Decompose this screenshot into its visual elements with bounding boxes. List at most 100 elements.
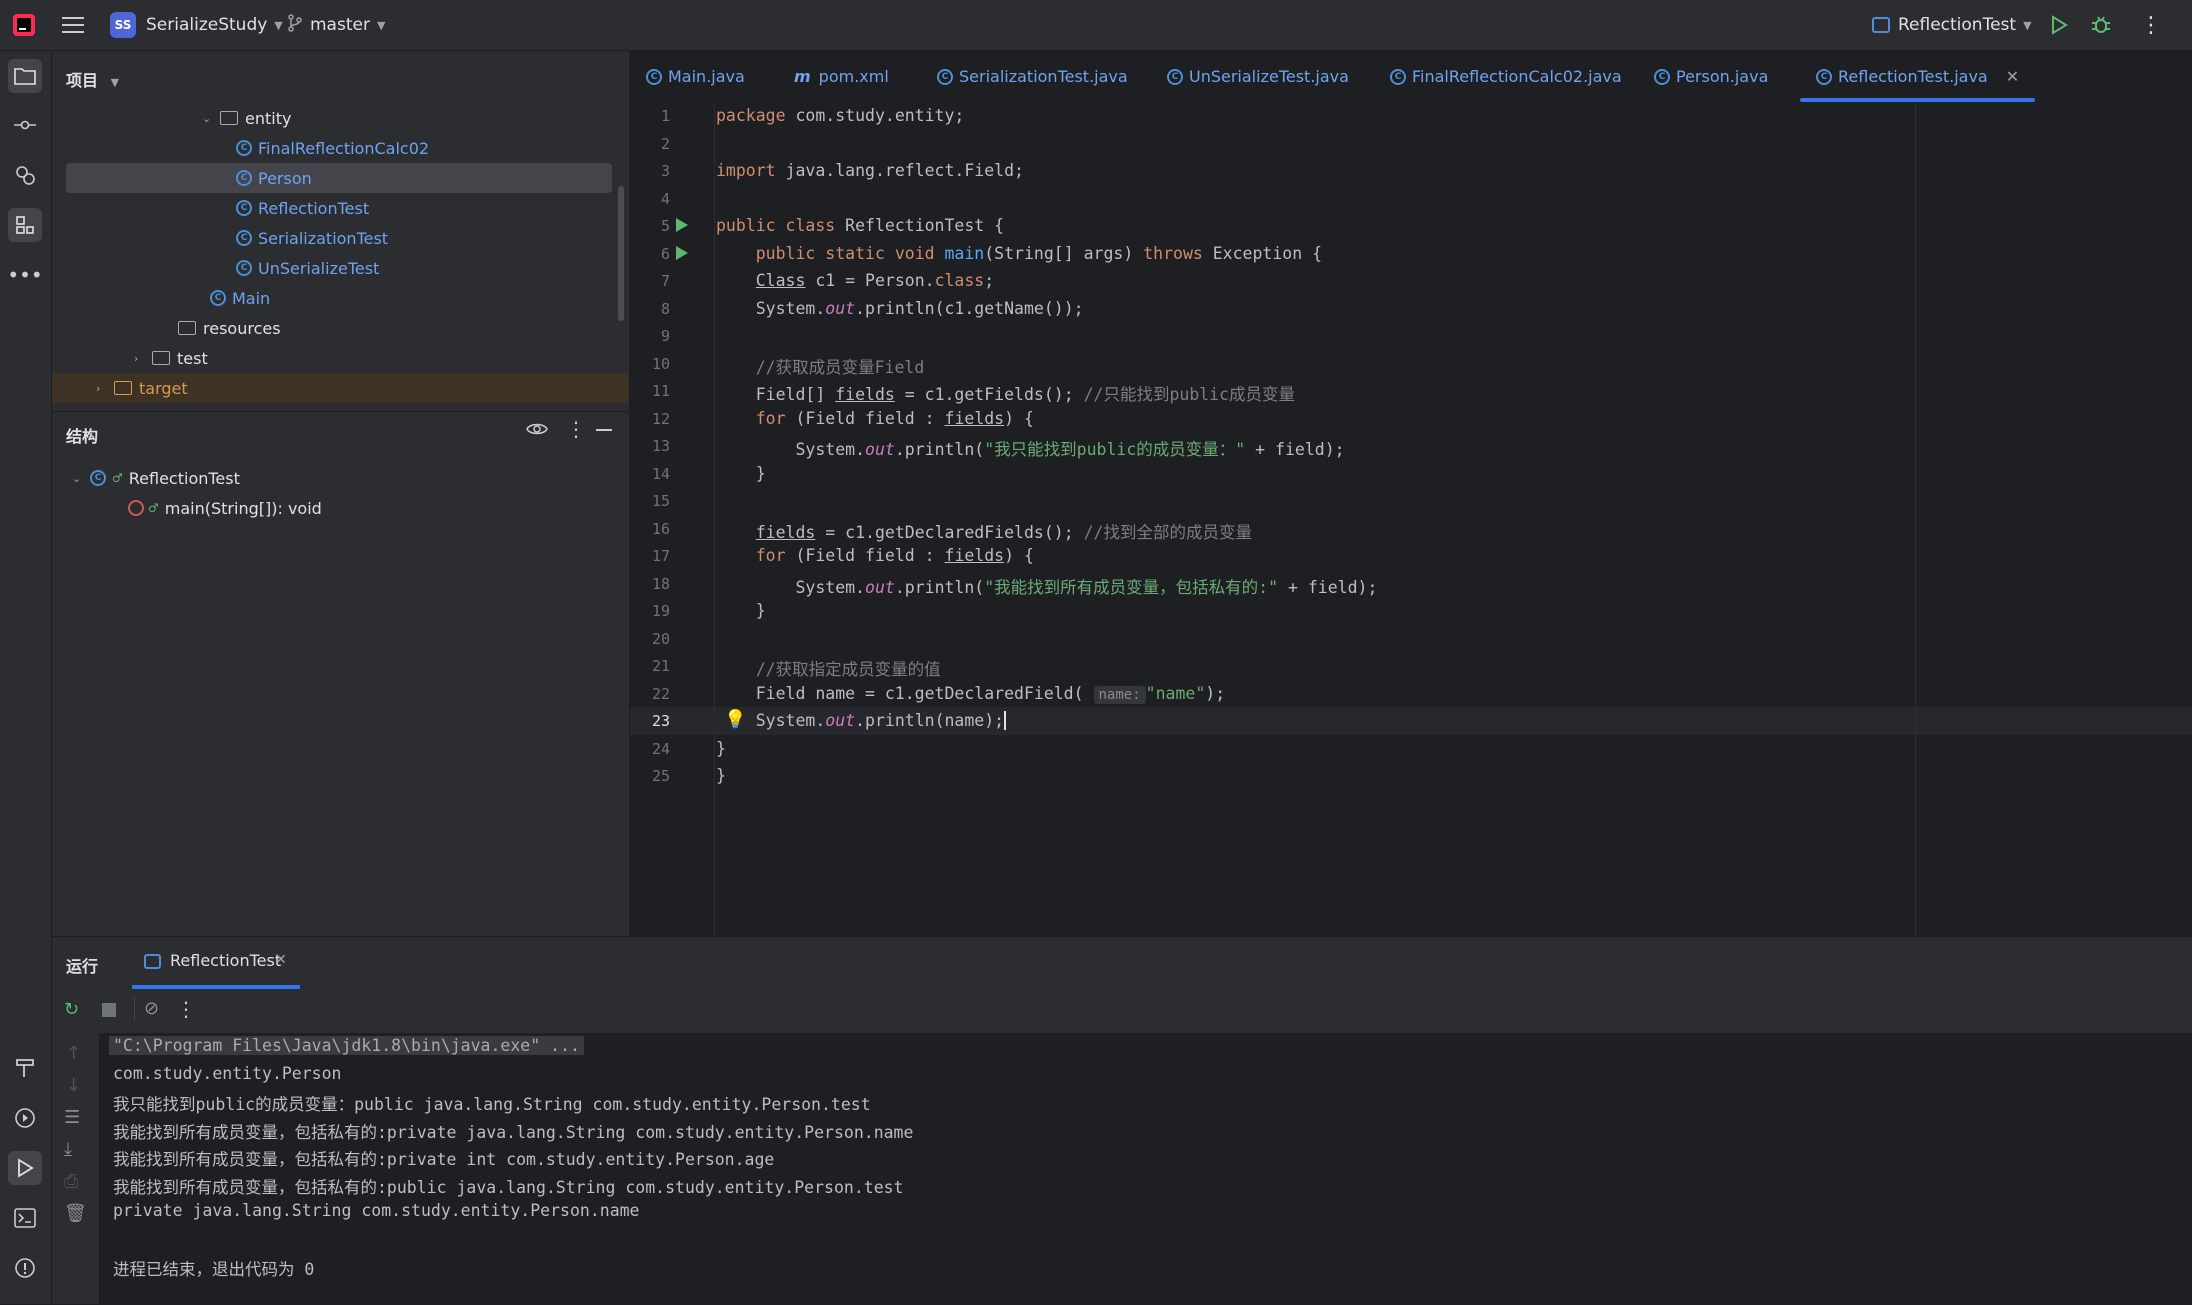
project-name: SerializeStudy (146, 15, 268, 35)
tree-scrollbar[interactable] (618, 186, 624, 321)
commit-tool-icon[interactable] (8, 108, 42, 142)
line-number: 11 (651, 382, 670, 400)
show-options-eye-icon[interactable] (526, 421, 548, 441)
tab-unserializetest-java[interactable]: C UnSerializeTest.java (1167, 51, 1349, 102)
tree-item-reflectiontest[interactable]: C ReflectionTest (66, 193, 626, 223)
tab-label: FinalReflectionCalc02.java (1412, 67, 1622, 86)
project-panel-title: 项目 (66, 71, 99, 90)
services-tool-icon[interactable] (8, 1101, 42, 1135)
right-margin-guide (1915, 102, 1916, 936)
run-tab[interactable]: ReflectionTest ✕ (132, 949, 300, 989)
arrow-up-icon[interactable]: ↑ (66, 1043, 81, 1064)
code-line: } (716, 766, 726, 785)
tab-pom-xml[interactable]: m pom.xml (794, 51, 889, 102)
tree-item-label: SerializationTest (258, 228, 389, 248)
tree-item-label: target (139, 378, 188, 398)
tab-serializationtest-java[interactable]: C SerializationTest.java (937, 51, 1128, 102)
project-tool-icon[interactable] (8, 59, 42, 93)
tab-main-java[interactable]: C Main.java (646, 51, 745, 102)
tree-item-main[interactable]: C Main (66, 283, 626, 313)
console-line-command: "C:\Program Files\Java\jdk1.8\bin\java.e… (109, 1036, 584, 1055)
panel-divider (52, 411, 629, 412)
editor-tabs: C Main.java m pom.xml C SerializationTest.j… (630, 51, 2192, 103)
structure-root-label: ReflectionTest (128, 468, 240, 488)
code-line: for (Field field : fields) { (755, 546, 1034, 565)
code-line: package com.study.entity; (716, 106, 965, 125)
close-icon[interactable]: ✕ (2006, 67, 2019, 86)
tree-item-resources[interactable]: resources (66, 313, 626, 343)
tree-item-label: UnSerializeTest (258, 258, 380, 278)
tab-person-java[interactable]: C Person.java (1654, 51, 1768, 102)
class-icon: C (236, 200, 252, 216)
run-tool-icon[interactable] (8, 1151, 42, 1185)
scroll-to-end-icon[interactable]: ⤓ (64, 1139, 72, 1160)
tree-item-unserializetest[interactable]: C UnSerializeTest (66, 253, 626, 283)
trash-icon[interactable]: 🗑 (64, 1203, 87, 1224)
soft-wrap-icon[interactable]: ☰ (64, 1107, 80, 1128)
chevron-right-icon: › (96, 381, 101, 395)
tree-item-test[interactable]: › test (66, 343, 626, 373)
class-icon: C (90, 470, 106, 486)
tree-item-entity[interactable]: ⌄ entity (66, 103, 626, 133)
line-number: 13 (651, 437, 670, 455)
chevron-down-icon: ▼ (274, 18, 283, 32)
minimize-icon[interactable] (596, 429, 612, 431)
ai-assistant-icon[interactable] (8, 158, 42, 192)
tree-item-person[interactable]: C Person (66, 163, 612, 193)
structure-panel-title: 结构 (66, 427, 99, 446)
tab-label: ReflectionTest.java (1838, 67, 1988, 86)
structure-member[interactable]: ♂ main(String[]): void (66, 493, 626, 523)
tab-reflectiontest-java[interactable]: C ReflectionTest.java ✕ (1799, 51, 2036, 102)
rerun-icon[interactable]: ↻ (64, 999, 79, 1020)
structure-tool-icon[interactable] (8, 208, 42, 242)
line-number: 2 (660, 134, 670, 153)
param-hint: name: (1093, 685, 1146, 704)
run-gutter-icon[interactable] (676, 218, 688, 232)
class-icon: C (1390, 68, 1406, 85)
tree-item-serializationtest[interactable]: C SerializationTest (66, 223, 626, 253)
folder-icon (152, 351, 170, 365)
branch-name: master (310, 15, 370, 35)
tree-item-finalreflectioncalc02[interactable]: C FinalReflectionCalc02 (66, 133, 626, 163)
arrow-down-icon[interactable]: ↓ (66, 1075, 81, 1096)
code-line: System.out.println(c1.getName()); (716, 298, 1084, 318)
line-number: 8 (660, 299, 670, 318)
run-icon[interactable] (2050, 0, 2068, 50)
app-logo-icon[interactable] (12, 0, 36, 50)
line-number: 17 (651, 547, 670, 565)
structure-root[interactable]: ⌄ C ♂ ReflectionTest (66, 463, 626, 493)
more-tools-icon[interactable]: ••• (7, 258, 42, 292)
project-panel-header[interactable]: 项目 ▼ (66, 67, 119, 91)
chevron-down-icon: ▼ (2023, 18, 2032, 32)
line-number: 4 (660, 189, 670, 208)
branch-switcher[interactable]: master ▼ (288, 0, 385, 50)
line-number: 25 (651, 767, 670, 785)
code-line: //获取指定成员变量的值 (755, 660, 941, 679)
tab-finalreflectioncalc02-java[interactable]: C FinalReflectionCalc02.java (1390, 51, 1622, 102)
more-actions-icon[interactable]: ⋮ (2140, 0, 2162, 50)
close-icon[interactable]: ✕ (275, 952, 287, 968)
terminal-tool-icon[interactable] (8, 1201, 42, 1235)
run-gutter-icon[interactable] (676, 246, 688, 260)
console-line: 我只能找到public的成员变量：public java.lang.String… (113, 1095, 871, 1114)
problems-tool-icon[interactable] (8, 1251, 42, 1285)
more-actions-icon[interactable]: ⋮ (176, 997, 196, 1021)
structure-more-icon[interactable]: ⋮ (566, 417, 586, 441)
run-tab-label: ReflectionTest (170, 951, 282, 970)
line-number: 15 (651, 492, 670, 510)
run-config-selector[interactable]: ReflectionTest ▼ (1872, 0, 2032, 50)
package-icon (220, 111, 238, 125)
debug-icon[interactable] (2090, 0, 2112, 50)
class-icon: C (236, 140, 252, 156)
class-icon: C (236, 170, 252, 186)
dump-threads-icon[interactable]: ⊘ (144, 998, 159, 1019)
print-icon[interactable]: ⎙ (64, 1171, 78, 1192)
main-menu-icon[interactable] (62, 0, 84, 50)
tab-label: SerializationTest.java (959, 67, 1128, 86)
stop-icon[interactable] (102, 1003, 116, 1017)
tree-item-target[interactable]: › target (52, 373, 629, 403)
project-switcher[interactable]: SS SerializeStudy ▼ (110, 0, 283, 50)
chevron-down-icon: ▼ (110, 76, 120, 89)
build-tool-icon[interactable] (8, 1051, 42, 1085)
console-line: private java.lang.String com.study.entit… (113, 1201, 640, 1220)
